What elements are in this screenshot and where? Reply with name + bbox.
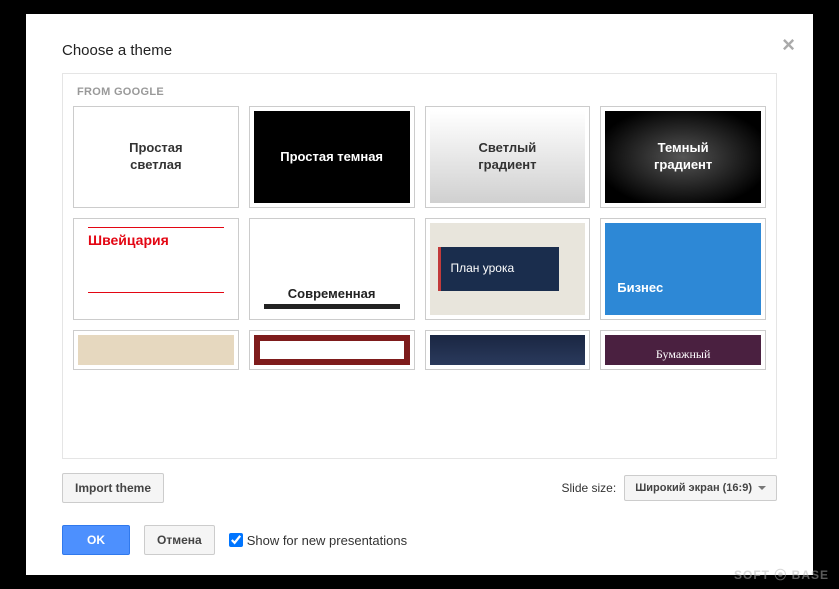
theme-simple-light[interactable]: Простаясветлая — [73, 106, 239, 208]
slide-size-value: Широкий экран (16:9) — [635, 482, 752, 494]
theme-swiss[interactable]: Швейцария — [73, 218, 239, 320]
theme-navy[interactable] — [425, 330, 591, 370]
import-theme-button[interactable]: Import theme — [62, 473, 164, 503]
theme-simple-dark[interactable]: Простая темная — [249, 106, 415, 208]
theme-label: Темныйградиент — [605, 111, 761, 203]
theme-modern[interactable]: Современная — [249, 218, 415, 320]
dialog-footer: Import theme Slide size: Широкий экран (… — [26, 459, 813, 575]
theme-scroll-area[interactable]: Простаясветлая Простая темная Светлыйгра… — [63, 106, 776, 458]
close-icon[interactable]: × — [782, 34, 795, 56]
theme-grid: Простаясветлая Простая темная Светлыйгра… — [73, 106, 766, 320]
theme-beige[interactable] — [73, 330, 239, 370]
theme-light-gradient[interactable]: Светлыйградиент — [425, 106, 591, 208]
theme-label: Простая темная — [254, 111, 410, 203]
dialog-title: Choose a theme — [26, 14, 813, 73]
watermark: SOFT ⦿ BASE — [734, 566, 829, 583]
slide-size-label: Slide size: — [561, 481, 616, 495]
theme-label: Простаясветлая — [78, 111, 234, 203]
ok-button[interactable]: OK — [62, 525, 130, 555]
slide-size-control: Slide size: Широкий экран (16:9) — [561, 475, 777, 501]
theme-label: План урока — [438, 247, 560, 291]
show-for-new-checkbox-wrap[interactable]: Show for new presentations — [229, 533, 407, 548]
slide-size-dropdown[interactable]: Широкий экран (16:9) — [624, 475, 777, 501]
theme-business[interactable]: Бизнес — [600, 218, 766, 320]
theme-label — [78, 335, 234, 365]
theme-label — [430, 335, 586, 365]
show-for-new-checkbox[interactable] — [229, 533, 243, 547]
theme-dark-gradient[interactable]: Темныйградиент — [600, 106, 766, 208]
theme-label — [254, 335, 410, 365]
theme-panel: FROM GOOGLE Простаясветлая Простая темна… — [62, 73, 777, 459]
show-for-new-label: Show for new presentations — [247, 533, 407, 548]
section-label-from-google: FROM GOOGLE — [63, 74, 776, 106]
theme-chooser-dialog: × Choose a theme FROM GOOGLE Простаясвет… — [26, 14, 813, 575]
theme-label: Бизнес — [605, 223, 761, 315]
theme-label: Швейцария — [78, 223, 234, 315]
theme-label: Современная — [254, 223, 410, 315]
cancel-button[interactable]: Отмена — [144, 525, 215, 555]
theme-lesson[interactable]: План урока — [425, 218, 591, 320]
theme-grid-row3: Бумажный — [73, 330, 766, 370]
theme-redborder[interactable] — [249, 330, 415, 370]
theme-paper[interactable]: Бумажный — [600, 330, 766, 370]
theme-label: Бумажный — [605, 335, 761, 365]
theme-label: Светлыйградиент — [430, 111, 586, 203]
